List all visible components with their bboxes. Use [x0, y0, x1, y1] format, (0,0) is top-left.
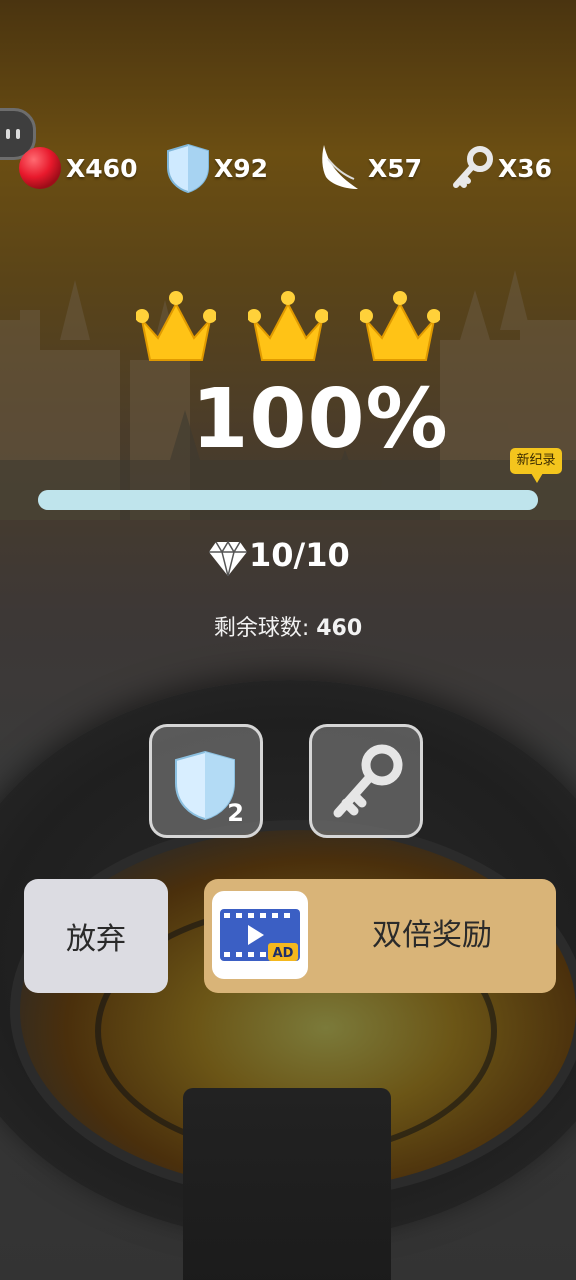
progress-bar: [38, 490, 538, 510]
remaining-balls: 剩余球数: 460: [0, 610, 576, 642]
double-reward-label: 双倍奖励: [372, 918, 492, 953]
gems-count: 10/10: [249, 536, 350, 574]
ad-label: AD: [273, 946, 294, 961]
crown-icon: [360, 291, 440, 361]
gem-counter: 10/10: [0, 534, 576, 584]
balls-count: X460: [66, 153, 138, 183]
new-record-badge: 新纪录: [510, 448, 562, 483]
double-reward-button[interactable]: AD 双倍奖励: [204, 879, 556, 993]
resource-shields: X92: [166, 140, 268, 196]
wings-count: X57: [368, 153, 423, 183]
pause-icon-bar: [16, 129, 20, 139]
shield-powerup-slot[interactable]: 2: [149, 724, 263, 838]
shield-icon: [167, 143, 209, 193]
key-icon: [333, 744, 403, 818]
shields-count: X92: [214, 153, 269, 183]
remaining-label: 剩余球数:: [213, 616, 310, 641]
red-ball-icon: [19, 147, 61, 189]
resource-keys: X36: [452, 140, 552, 196]
crown-rating: [0, 286, 576, 370]
progress-fill: [38, 490, 538, 510]
center-pillar: [183, 1088, 391, 1280]
pause-icon: [6, 129, 10, 139]
wing-icon: [322, 145, 358, 189]
keys-count: X36: [498, 153, 553, 183]
video-ad-icon: AD: [220, 909, 300, 961]
diamond-icon: [209, 540, 247, 577]
key-powerup-slot[interactable]: [309, 724, 423, 838]
crown-icon: [248, 291, 328, 361]
resource-wings: X57: [318, 140, 422, 196]
key-icon: [453, 146, 493, 188]
remaining-value: 460: [316, 616, 363, 641]
give-up-button[interactable]: 放弃: [24, 879, 168, 993]
resource-balls: X460: [18, 140, 137, 196]
crown-icon: [136, 291, 216, 361]
resource-bar: X460 X92 X57 X36: [0, 140, 576, 200]
shield-powerup-count: 2: [227, 799, 244, 827]
video-ad-badge: AD: [212, 891, 308, 979]
completion-percent: 100%: [191, 372, 449, 467]
